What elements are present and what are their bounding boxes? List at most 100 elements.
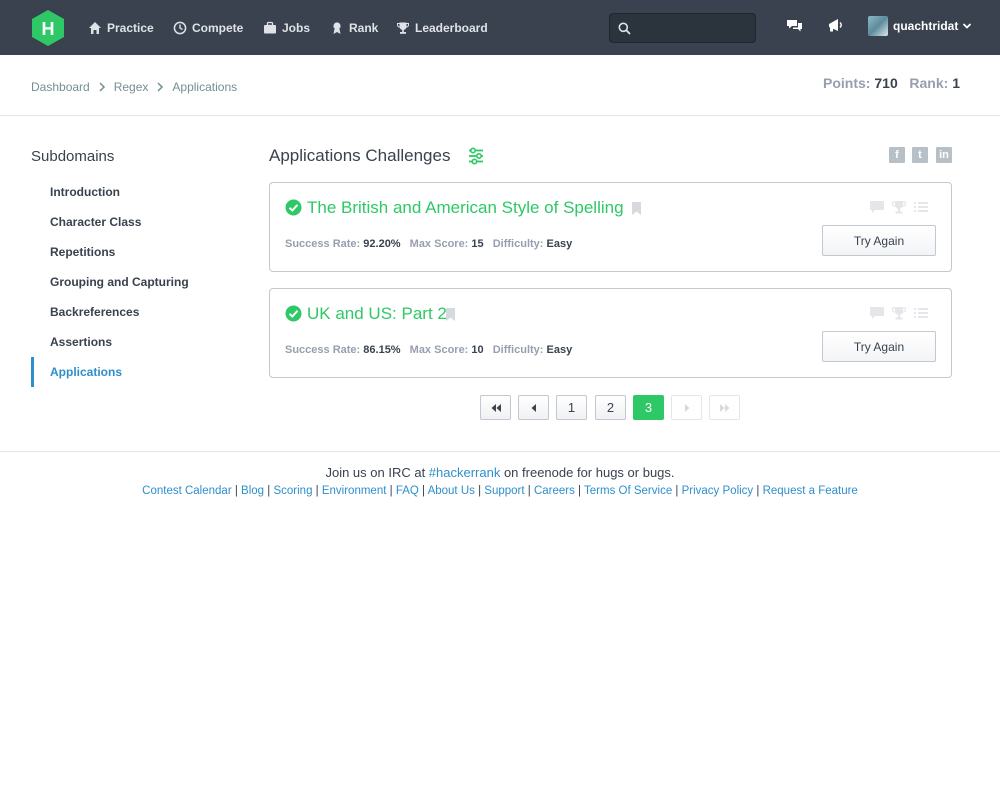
irc-channel-link[interactable]: #hackerrank	[429, 465, 501, 480]
nav-rank-label: Rank	[349, 20, 379, 35]
footer-link-support[interactable]: Support	[484, 485, 524, 497]
chevron-left-icon	[531, 404, 536, 412]
challenge-meta: Success Rate: 86.15% Max Score: 10 Diffi…	[285, 344, 578, 356]
try-again-button[interactable]: Try Again	[822, 331, 936, 362]
search-input[interactable]	[638, 14, 753, 42]
nav-leaderboard-label: Leaderboard	[415, 20, 488, 35]
linkedin-icon[interactable]: in	[936, 147, 952, 163]
list-icon[interactable]	[913, 200, 929, 214]
chevron-right-icon	[684, 404, 689, 412]
page-title: Applications Challenges	[269, 146, 451, 165]
discussion-icon[interactable]	[869, 200, 885, 214]
footer-link-about-us[interactable]: About Us	[428, 485, 475, 497]
sidebar-item-backreferences[interactable]: Backreferences	[31, 297, 231, 327]
breadcrumb-dashboard[interactable]: Dashboard	[31, 80, 90, 94]
irc-suffix: on freenode for hugs or bugs.	[500, 465, 675, 480]
challenge-title[interactable]: UK and US: Part 2	[307, 304, 447, 324]
footer-link-privacy[interactable]: Privacy Policy	[682, 485, 754, 497]
difficulty-value: Easy	[546, 238, 573, 250]
success-rate-value: 86.15%	[363, 344, 401, 356]
bookmark-icon[interactable]	[632, 202, 641, 215]
svg-text:H: H	[42, 19, 55, 39]
list-icon[interactable]	[913, 306, 929, 320]
page-2-button[interactable]: 2	[595, 395, 626, 420]
page-1-button[interactable]: 1	[556, 395, 587, 420]
footer-link-faq[interactable]: FAQ	[396, 485, 419, 497]
search-box[interactable]	[609, 13, 756, 43]
challenge-title[interactable]: The British and American Style of Spelli…	[307, 198, 624, 218]
try-again-button[interactable]: Try Again	[822, 225, 936, 256]
leaderboard-trophy-icon[interactable]	[891, 306, 907, 320]
max-score-label: Max Score:	[409, 238, 469, 250]
max-score-value: 15	[471, 238, 484, 250]
footer-link-blog[interactable]: Blog	[241, 485, 264, 497]
notifications-icon[interactable]	[826, 16, 846, 36]
challenge-card: The British and American Style of Spelli…	[269, 182, 952, 272]
briefcase-icon	[264, 21, 276, 33]
next-page-button	[671, 395, 702, 420]
breadcrumb-applications[interactable]: Applications	[172, 80, 237, 94]
sidebar-item-applications[interactable]: Applications	[31, 357, 231, 387]
page-3-button[interactable]: 3	[633, 395, 664, 420]
check-circle-icon	[285, 199, 302, 216]
sidebar-item-repetitions[interactable]: Repetitions	[31, 237, 231, 267]
chevron-right-icon	[157, 82, 164, 92]
sidebar-item-assertions[interactable]: Assertions	[31, 327, 231, 357]
footer-link-contest-calendar[interactable]: Contest Calendar	[142, 485, 232, 497]
nav-compete[interactable]: Compete	[173, 0, 243, 55]
breadcrumb-bar: Dashboard Regex Applications Points: 710…	[0, 55, 1000, 116]
last-page-button	[709, 395, 740, 420]
nav-jobs-label: Jobs	[282, 20, 311, 35]
footer-link-scoring[interactable]: Scoring	[273, 485, 312, 497]
discussion-icon[interactable]	[869, 306, 885, 320]
facebook-icon[interactable]: f	[889, 147, 905, 163]
sidebar-item-introduction[interactable]: Introduction	[31, 177, 231, 207]
messages-icon[interactable]	[785, 16, 805, 36]
points-label: Points:	[823, 75, 871, 91]
double-chevron-left-icon	[491, 404, 501, 412]
difficulty-value: Easy	[546, 344, 573, 356]
difficulty-label: Difficulty:	[492, 238, 544, 250]
clock-icon	[173, 21, 187, 34]
footer-link-careers[interactable]: Careers	[534, 485, 575, 497]
medal-icon	[333, 21, 341, 34]
sidebar-title: Subdomains	[31, 148, 115, 165]
success-rate-value: 92.20%	[363, 238, 401, 250]
subdomains-sidebar: Subdomains Introduction Character Class …	[31, 148, 231, 387]
irc-prefix: Join us on IRC at	[325, 465, 429, 480]
footer-links: Contest Calendar | Blog | Scoring | Envi…	[142, 485, 858, 497]
breadcrumb: Dashboard Regex Applications	[31, 80, 237, 94]
filter-sliders-icon[interactable]	[467, 147, 485, 165]
nav-practice[interactable]: Practice	[88, 0, 154, 55]
chevron-right-icon	[99, 82, 105, 92]
leaderboard-trophy-icon[interactable]	[891, 200, 907, 214]
sidebar-item-character-class[interactable]: Character Class	[31, 207, 231, 237]
sidebar-item-grouping-and-capturing[interactable]: Grouping and Capturing	[31, 267, 231, 297]
user-stats: Points: 710 Rank: 1	[823, 75, 960, 91]
challenge-card: UK and US: Part 2 Success Rate: 86.15% M…	[269, 288, 952, 378]
points-value: 710	[874, 75, 898, 91]
max-score-value: 10	[471, 344, 484, 356]
challenge-actions	[869, 306, 929, 320]
prev-page-button[interactable]	[518, 395, 549, 420]
first-page-button[interactable]	[480, 395, 511, 420]
footer-link-request-feature[interactable]: Request a Feature	[763, 485, 858, 497]
nav-jobs[interactable]: Jobs	[263, 0, 310, 55]
nav-rank[interactable]: Rank	[330, 0, 378, 55]
challenge-meta: Success Rate: 92.20% Max Score: 15 Diffi…	[285, 238, 578, 250]
success-rate-label: Success Rate:	[285, 238, 361, 250]
nav-leaderboard[interactable]: Leaderboard	[396, 0, 488, 55]
twitter-icon[interactable]: t	[912, 147, 928, 163]
hackerrank-logo[interactable]: H	[32, 10, 64, 46]
username: quachtridat	[893, 19, 959, 33]
footer-link-environment[interactable]: Environment	[322, 485, 387, 497]
breadcrumb-regex[interactable]: Regex	[114, 80, 149, 94]
nav-compete-label: Compete	[192, 20, 244, 35]
bookmark-icon[interactable]	[446, 308, 455, 321]
difficulty-label: Difficulty:	[492, 344, 544, 356]
footer-link-terms[interactable]: Terms Of Service	[584, 485, 672, 497]
search-icon	[618, 22, 631, 35]
rank-value: 1	[952, 75, 960, 91]
success-rate-label: Success Rate:	[285, 344, 361, 356]
user-menu[interactable]: quachtridat	[868, 14, 972, 38]
